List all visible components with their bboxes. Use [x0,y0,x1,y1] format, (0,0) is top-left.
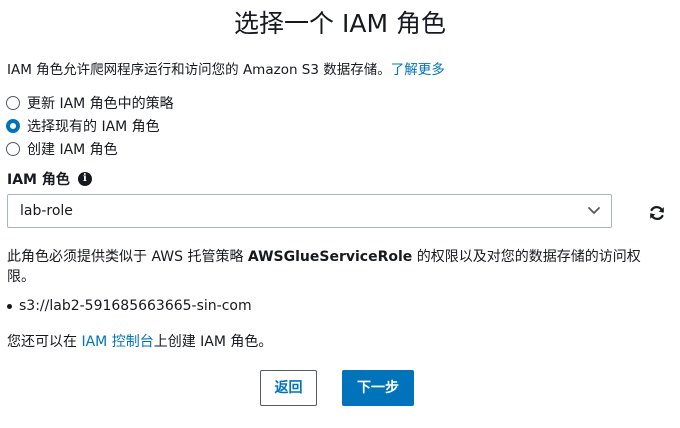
radio-label: 创建 IAM 角色 [27,141,118,158]
learn-more-link[interactable]: 了解更多 [391,62,445,78]
intro-description: IAM 角色允许爬网程序运行和访问您的 Amazon S3 数据存储。 [7,62,391,78]
policy-name: AWSGlueServiceRole [247,249,413,265]
data-store-path: s3://lab2-591685663665-sin-com [19,298,252,314]
iam-role-select[interactable]: lab-role [7,194,612,228]
permission-description: 此角色必须提供类似于 AWS 托管策略 AWSGlueServiceRole 的… [7,247,667,287]
iam-role-select-value: lab-role [20,203,73,219]
console-note-prefix: 您还可以在 [7,334,82,350]
back-button[interactable]: 返回 [260,370,317,406]
role-option-group: 更新 IAM 角色中的策略 选择现有的 IAM 角色 创建 IAM 角色 [6,91,174,160]
iam-role-label: IAM 角色 [7,172,70,188]
console-note: 您还可以在 IAM 控制台上创建 IAM 角色。 [7,331,272,351]
radio-create-role[interactable]: 创建 IAM 角色 [6,137,174,160]
radio-button[interactable] [6,95,20,110]
console-note-suffix: 上创建 IAM 角色。 [153,334,273,350]
radio-choose-existing-role[interactable]: 选择现有的 IAM 角色 [6,114,174,137]
radio-label: 选择现有的 IAM 角色 [27,118,160,135]
iam-role-field-label: IAM 角色 i [7,169,92,189]
radio-update-role-policy[interactable]: 更新 IAM 角色中的策略 [6,91,174,114]
bullet-icon [7,303,12,309]
intro-text: IAM 角色允许爬网程序运行和访问您的 Amazon S3 数据存储。了解更多 [7,61,445,79]
radio-label: 更新 IAM 角色中的策略 [27,95,174,112]
refresh-icon[interactable] [648,204,666,222]
radio-button[interactable] [6,141,20,156]
iam-console-link[interactable]: IAM 控制台 [81,334,153,350]
chevron-down-icon [588,207,600,214]
radio-button-selected[interactable] [6,118,20,133]
description-prefix: 此角色必须提供类似于 AWS 托管策略 [7,249,248,265]
next-button[interactable]: 下一步 [342,370,414,406]
data-store-list-item: s3://lab2-591685663665-sin-com [7,298,252,314]
page-title: 选择一个 IAM 角色 [234,9,446,38]
info-icon[interactable]: i [77,172,92,186]
